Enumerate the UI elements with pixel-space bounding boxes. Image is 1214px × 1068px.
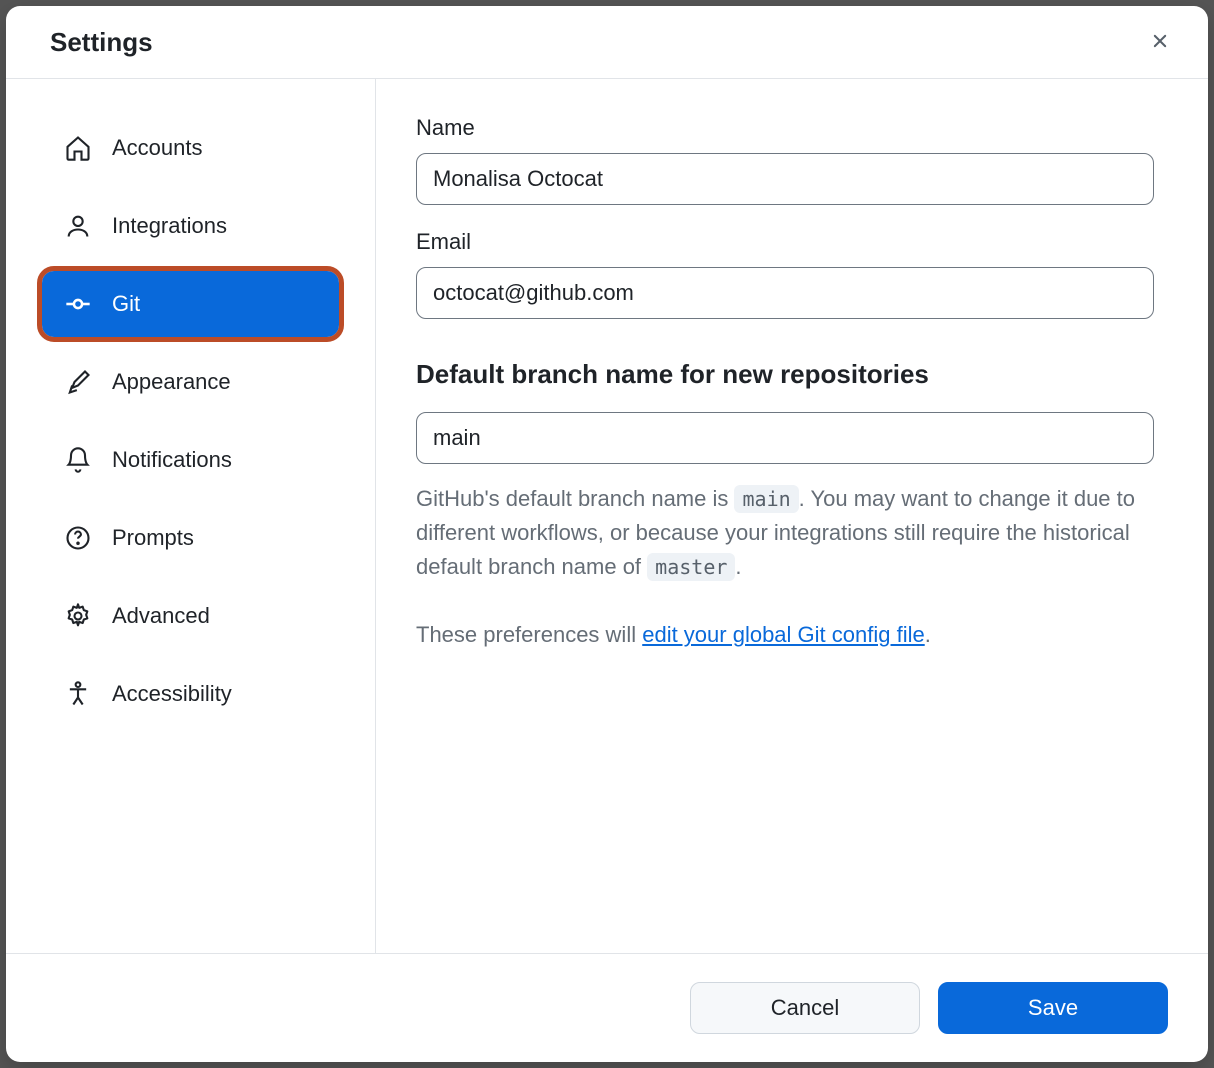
sidebar-item-label: Integrations [112, 213, 227, 239]
email-field: Email [416, 229, 1154, 319]
paintbrush-icon [64, 368, 92, 396]
bell-icon [64, 446, 92, 474]
gear-icon [64, 602, 92, 630]
sidebar-item-accounts[interactable]: Accounts [42, 115, 339, 181]
question-circle-icon [64, 524, 92, 552]
close-button[interactable] [1144, 26, 1176, 58]
config-help-text: These preferences will edit your global … [416, 618, 1154, 652]
code-main: main [734, 485, 798, 513]
modal-body: Accounts Integrations Git [6, 79, 1208, 953]
settings-content: Name Email Default branch name for new r… [376, 79, 1208, 953]
sidebar-item-git[interactable]: Git [42, 271, 339, 337]
sidebar-item-label: Notifications [112, 447, 232, 473]
sidebar-item-notifications[interactable]: Notifications [42, 427, 339, 493]
modal-footer: Cancel Save [6, 953, 1208, 1062]
email-label: Email [416, 229, 1154, 255]
sidebar-item-label: Advanced [112, 603, 210, 629]
branch-help-text: GitHub's default branch name is main. Yo… [416, 482, 1154, 584]
default-branch-input[interactable] [416, 412, 1154, 464]
sidebar-item-appearance[interactable]: Appearance [42, 349, 339, 415]
sidebar-item-advanced[interactable]: Advanced [42, 583, 339, 649]
sidebar-item-label: Accessibility [112, 681, 232, 707]
git-commit-icon [64, 290, 92, 318]
name-field: Name [416, 115, 1154, 205]
settings-sidebar: Accounts Integrations Git [6, 79, 376, 953]
edit-git-config-link[interactable]: edit your global Git config file [642, 622, 925, 647]
settings-modal: Settings Accounts Integratio [6, 6, 1208, 1062]
sidebar-item-prompts[interactable]: Prompts [42, 505, 339, 571]
name-input[interactable] [416, 153, 1154, 205]
sidebar-item-accessibility[interactable]: Accessibility [42, 661, 339, 727]
code-master: master [647, 553, 735, 581]
accessibility-icon [64, 680, 92, 708]
home-icon [64, 134, 92, 162]
sidebar-item-integrations[interactable]: Integrations [42, 193, 339, 259]
modal-header: Settings [6, 6, 1208, 79]
person-icon [64, 212, 92, 240]
name-label: Name [416, 115, 1154, 141]
sidebar-item-label: Appearance [112, 369, 231, 395]
close-icon [1149, 30, 1171, 55]
sidebar-item-label: Git [112, 291, 140, 317]
email-input[interactable] [416, 267, 1154, 319]
default-branch-heading: Default branch name for new repositories [416, 359, 1154, 390]
sidebar-item-label: Prompts [112, 525, 194, 551]
save-button[interactable]: Save [938, 982, 1168, 1034]
modal-title: Settings [50, 27, 153, 58]
cancel-button[interactable]: Cancel [690, 982, 920, 1034]
sidebar-item-label: Accounts [112, 135, 203, 161]
